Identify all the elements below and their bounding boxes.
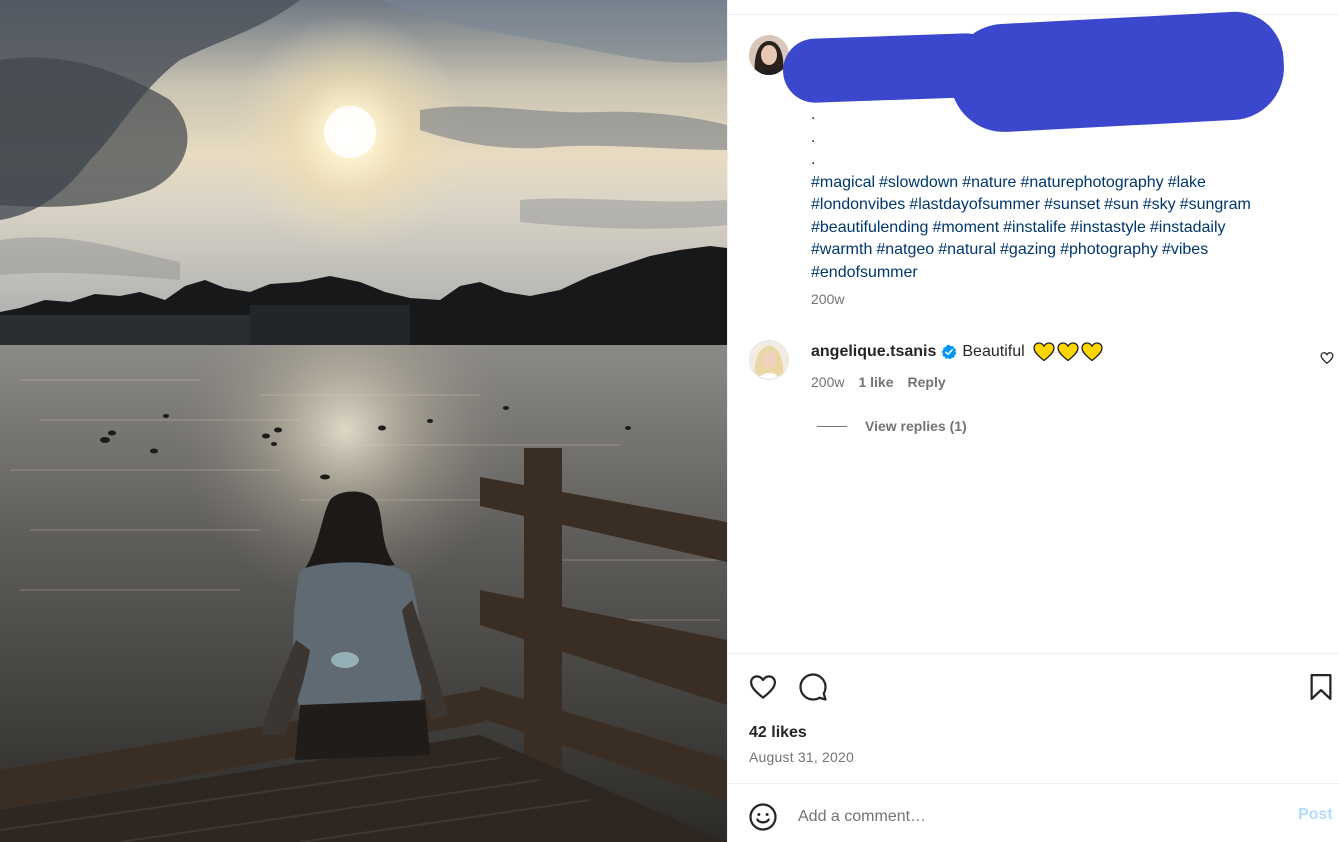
divider	[728, 783, 1339, 784]
post-comment-button[interactable]: Post	[1298, 806, 1333, 824]
hashtag-link[interactable]: #lake	[1168, 174, 1206, 191]
yellow-heart-icon	[1080, 342, 1103, 362]
hashtag-link[interactable]: #moment	[932, 219, 999, 236]
reply-button[interactable]: Reply	[908, 374, 946, 390]
hashtag-link[interactable]: #natgeo	[876, 241, 934, 258]
hashtag-link[interactable]: #lastdayofsummer	[909, 196, 1040, 213]
hashtag-link[interactable]: #sun	[1104, 196, 1139, 213]
comment-likes-count[interactable]: 1 like	[858, 374, 893, 390]
smiley-icon[interactable]	[748, 802, 778, 832]
bookmark-icon[interactable]	[1306, 672, 1336, 702]
hashtag-link[interactable]: #vibes	[1162, 241, 1208, 258]
post-caption: . . . #magical #slowdown #nature #naturepho…	[811, 104, 1316, 284]
hashtag-link[interactable]: #beautifulending	[811, 219, 928, 236]
yellow-heart-icon	[1032, 342, 1055, 362]
hashtag-list: #magical #slowdown #nature #naturephotograp…	[811, 172, 1316, 285]
view-replies-button[interactable]: View replies (1)	[817, 418, 967, 434]
comment-like-heart-icon[interactable]	[1320, 351, 1334, 365]
caption-dot: .	[811, 151, 816, 168]
hashtag-link[interactable]: #sky	[1143, 196, 1176, 213]
hashtag-link[interactable]: #magical	[811, 174, 875, 191]
hashtag-link[interactable]: #photography	[1060, 241, 1158, 258]
commenter-username[interactable]: angelique.tsanis	[811, 341, 936, 363]
comment-meta: 200w 1 like Reply	[811, 374, 946, 390]
hashtag-link[interactable]: #gazing	[1000, 241, 1056, 258]
comment-body: angelique.tsanis Beautiful	[811, 341, 1103, 363]
hashtag-link[interactable]: #nature	[962, 174, 1016, 191]
caption-timestamp[interactable]: 200w	[811, 291, 844, 307]
likes-count[interactable]: 42 likes	[749, 724, 807, 742]
hashtag-link[interactable]: #instalife	[1003, 219, 1066, 236]
add-comment-input[interactable]	[798, 804, 1248, 830]
caption-dot: .	[811, 106, 816, 123]
replies-rule	[817, 425, 847, 427]
hashtag-link[interactable]: #londonvibes	[811, 196, 905, 213]
post-details-panel: . . . #magical #slowdown #nature #naturepho…	[727, 0, 1339, 842]
comment-timestamp[interactable]: 200w	[811, 374, 844, 390]
post-date[interactable]: August 31, 2020	[749, 749, 854, 765]
hashtag-link[interactable]: #instastyle	[1070, 219, 1146, 236]
post-photo	[0, 0, 727, 842]
verified-badge-icon	[941, 344, 957, 360]
hashtag-link[interactable]: #endofsummer	[811, 264, 918, 281]
yellow-hearts-emoji	[1032, 342, 1103, 362]
hashtag-link[interactable]: #natural	[938, 241, 996, 258]
speech-bubble-icon[interactable]	[798, 672, 828, 702]
comment-text: Beautiful	[962, 343, 1025, 360]
hashtag-link[interactable]: #naturephotography	[1020, 174, 1163, 191]
yellow-heart-icon	[1056, 342, 1079, 362]
hashtag-link[interactable]: #warmth	[811, 241, 872, 258]
divider	[728, 653, 1339, 654]
commenter-avatar[interactable]	[749, 340, 789, 380]
hashtag-link[interactable]: #slowdown	[879, 174, 958, 191]
view-replies-label: View replies (1)	[865, 418, 967, 434]
heart-outline-icon[interactable]	[748, 672, 778, 702]
caption-dot: .	[811, 128, 816, 146]
hashtag-link[interactable]: #sunset	[1044, 196, 1100, 213]
hashtag-link[interactable]: #sungram	[1180, 196, 1251, 213]
hashtag-link[interactable]: #instadaily	[1150, 219, 1226, 236]
